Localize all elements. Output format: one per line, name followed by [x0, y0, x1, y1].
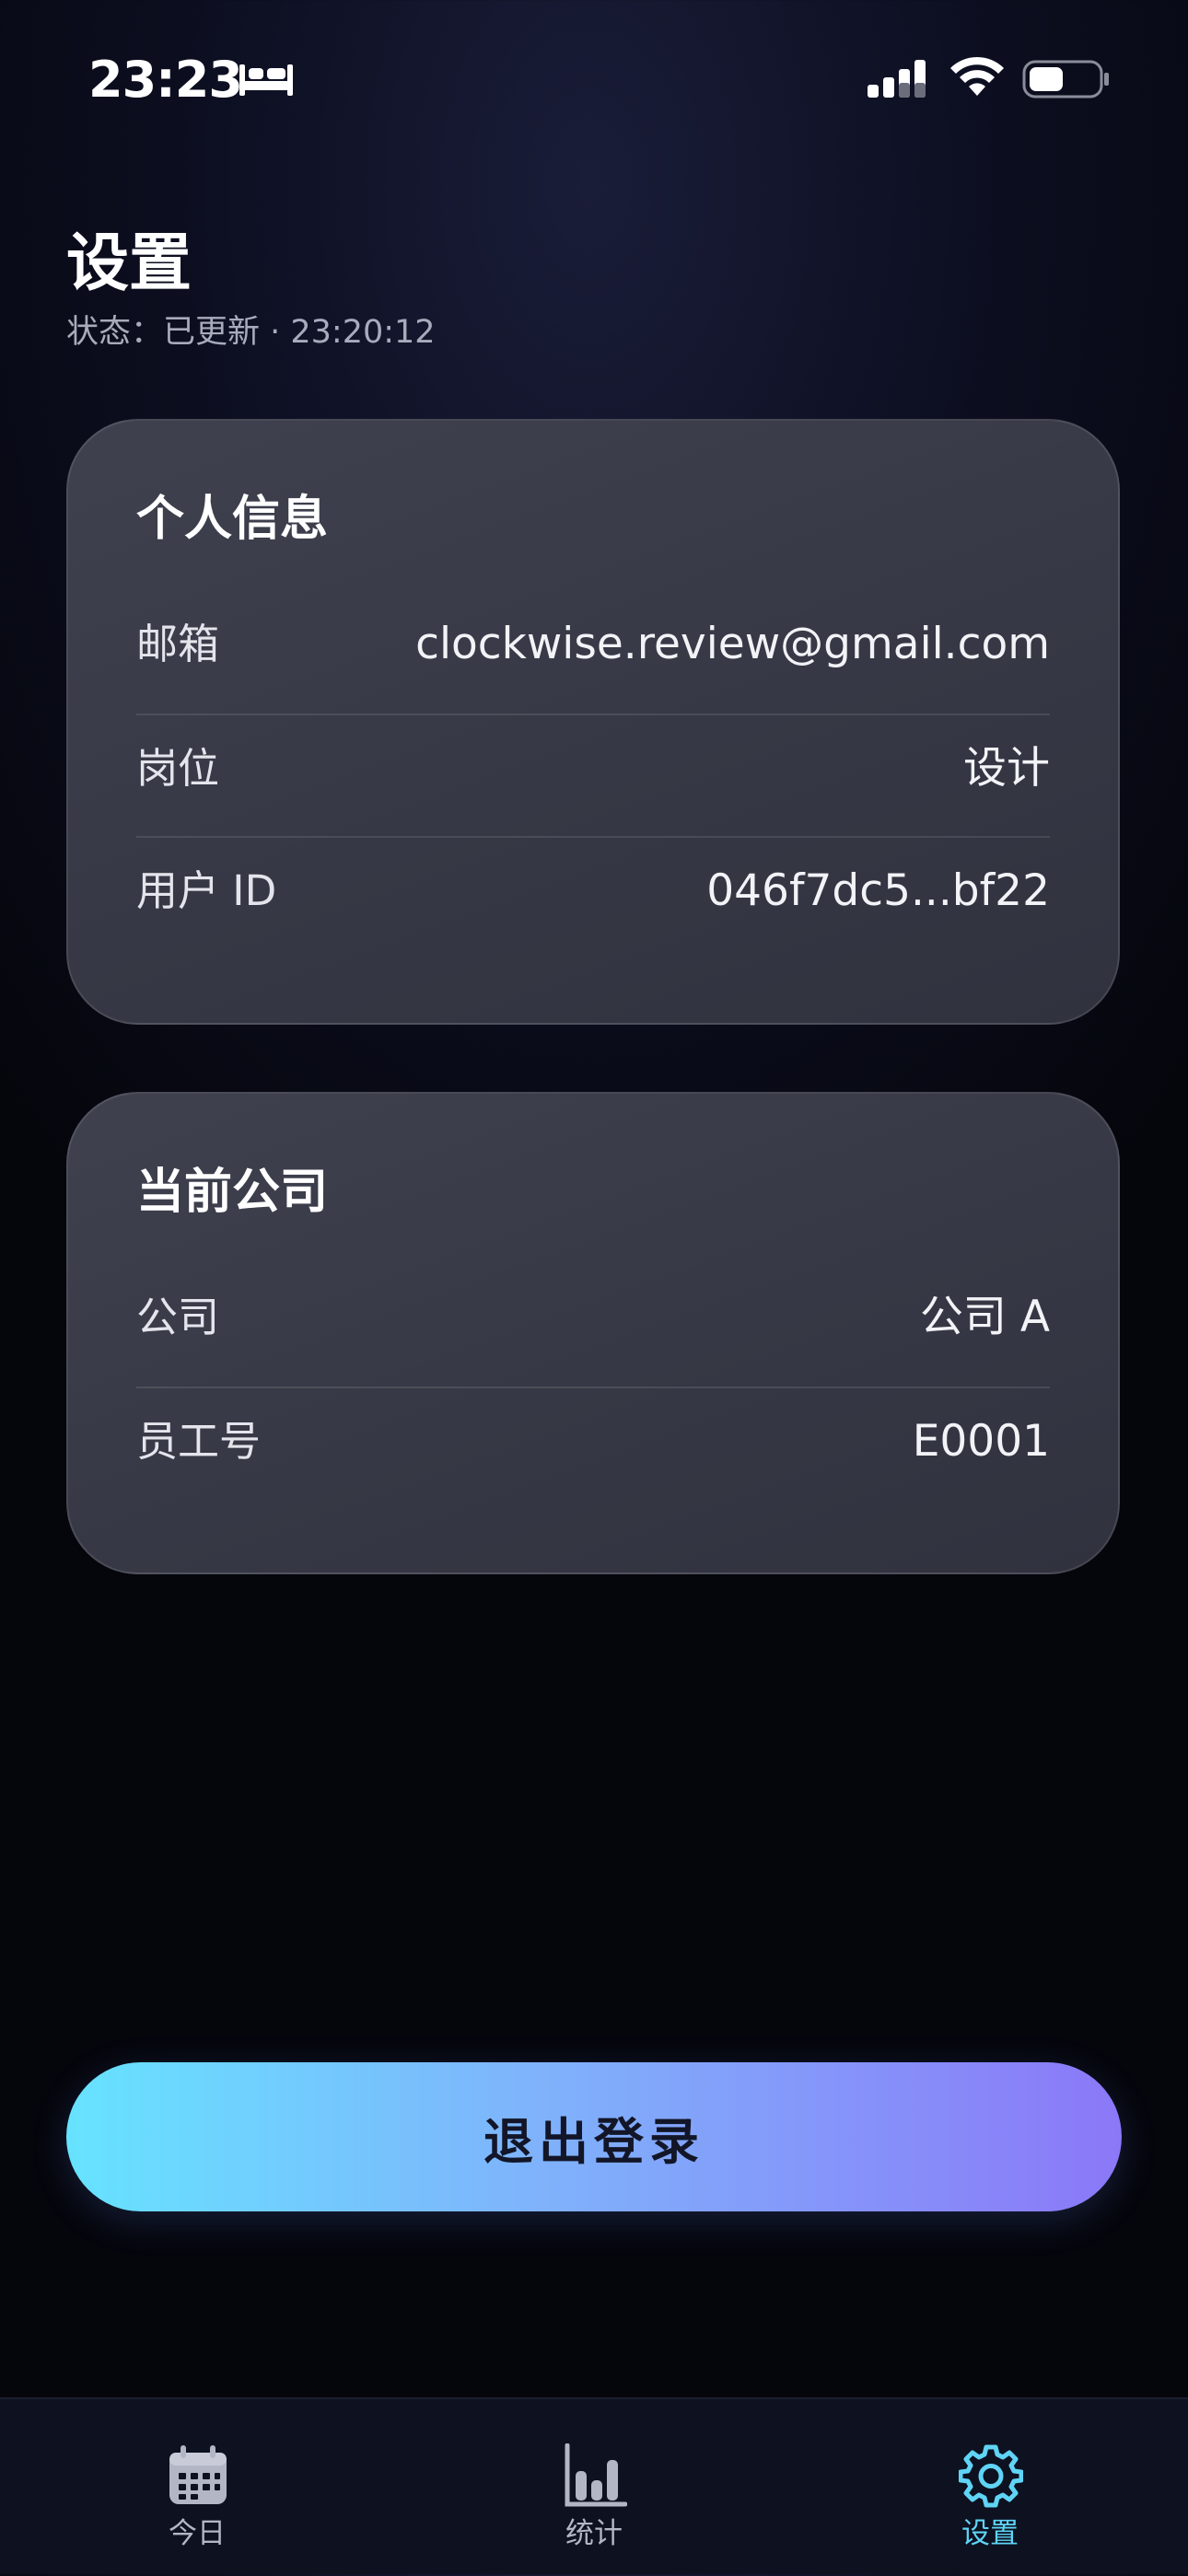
company-row: 公司 公司 A [136, 1255, 1050, 1378]
calendar-icon [169, 2445, 227, 2504]
cellular-signal-icon [868, 60, 926, 98]
logout-button-label: 退出登录 [483, 2112, 705, 2171]
user-id-label: 用户 ID [136, 866, 277, 915]
logout-button[interactable]: 退出登录 [66, 2062, 1122, 2211]
user-id-value: 046f7dc5...bf22 [706, 865, 1050, 916]
personal-info-title: 个人信息 [136, 492, 329, 547]
tab-statistics-label: 统计 [565, 2517, 623, 2550]
bed-icon [239, 64, 293, 96]
tab-settings[interactable]: 设置 [879, 2399, 1101, 2576]
personal-info-card: 个人信息 邮箱 clockwise.review@gmail.com 岗位 设计… [66, 419, 1120, 1025]
status-bar-time: 23:23 [88, 51, 243, 109]
company-value: 公司 A [919, 1292, 1050, 1342]
employee-id-label: 员工号 [136, 1417, 262, 1466]
user-id-row: 用户 ID 046f7dc5...bf22 [136, 829, 1050, 952]
position-row: 岗位 设计 [136, 706, 1050, 830]
tab-bar: 今日 统计 设置 [0, 2397, 1188, 2574]
company-label: 公司 [136, 1293, 220, 1341]
update-status-text: 状态：已更新 · 23:20:12 [66, 314, 436, 351]
bar-chart-icon [565, 2443, 627, 2507]
position-label: 岗位 [136, 744, 220, 793]
employee-id-value: E0001 [912, 1416, 1050, 1467]
page-title: 设置 [66, 227, 192, 300]
company-info-card: 当前公司 公司 公司 A 员工号 E0001 [66, 1092, 1120, 1574]
company-info-title: 当前公司 [136, 1165, 329, 1220]
tab-today-label: 今日 [169, 2517, 226, 2550]
position-value: 设计 [963, 743, 1050, 794]
employee-id-row: 员工号 E0001 [136, 1379, 1050, 1503]
wifi-icon [950, 56, 1004, 96]
tab-statistics[interactable]: 统计 [483, 2399, 705, 2576]
email-value: clockwise.review@gmail.com [415, 619, 1050, 669]
email-label: 邮箱 [136, 620, 220, 668]
battery-icon [1022, 60, 1109, 99]
tab-settings-label: 设置 [961, 2517, 1019, 2550]
tab-today[interactable]: 今日 [87, 2399, 308, 2576]
email-row: 邮箱 clockwise.review@gmail.com [136, 582, 1050, 705]
gear-icon [959, 2444, 1023, 2508]
